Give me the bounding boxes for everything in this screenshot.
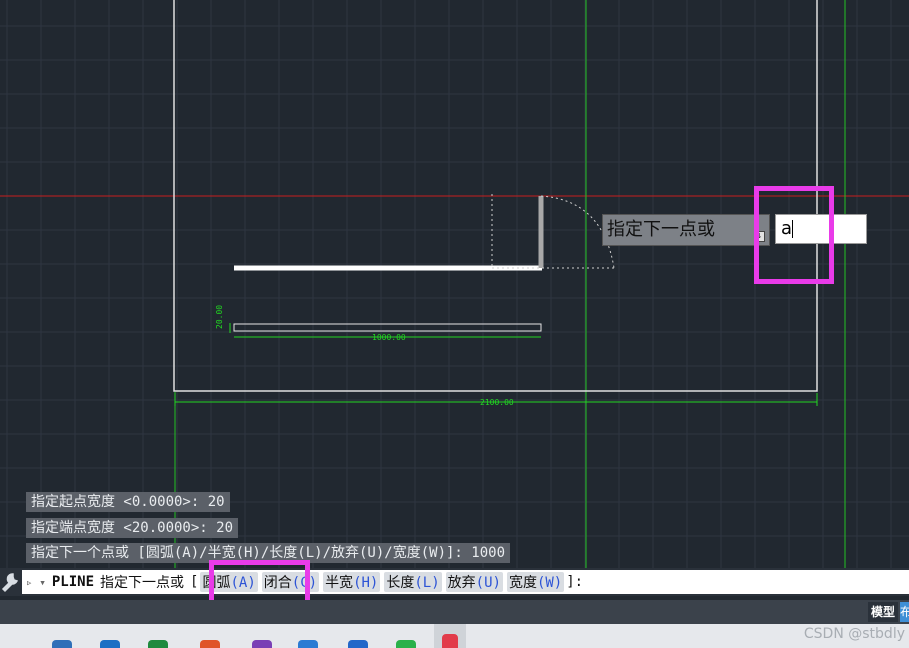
- option-undo-key: (U): [475, 575, 501, 591]
- dim-total-text: 2100.00: [480, 398, 514, 407]
- reference-rectangle: [233, 323, 542, 332]
- command-prompt: 指定下一点或: [100, 575, 185, 591]
- dynamic-input-prompt: 指定下一点或 ↓: [602, 214, 770, 246]
- taskbar: [0, 624, 909, 648]
- command-name: PLINE: [51, 574, 95, 590]
- option-length-label: 长度: [386, 575, 415, 591]
- taskbar-app-icon[interactable]: [200, 640, 220, 648]
- option-undo-label: 放弃: [447, 575, 476, 591]
- highlight-box-input: [754, 186, 834, 284]
- watermark: CSDN @stbdly: [803, 626, 905, 642]
- dim-length-text: 1000.00: [372, 333, 406, 342]
- option-length[interactable]: 长度(L): [384, 572, 442, 592]
- taskbar-app-icon[interactable]: [396, 640, 416, 648]
- bracket-open: [: [190, 574, 199, 590]
- command-line-bar: ▹ ▾ PLINE 指定下一点或 [ 圆弧(A) 闭合(C) 半宽(H) 长度(…: [0, 568, 909, 596]
- option-width-label: 宽度: [508, 575, 537, 591]
- taskbar-app-icon[interactable]: [252, 640, 272, 648]
- option-halfwidth-label: 半宽: [325, 575, 354, 591]
- grid: [0, 0, 909, 568]
- option-undo[interactable]: 放弃(U): [445, 572, 503, 592]
- command-input[interactable]: ▹ ▾ PLINE 指定下一点或 [ 圆弧(A) 闭合(C) 半宽(H) 长度(…: [22, 570, 909, 594]
- taskbar-app-icon[interactable]: [298, 640, 318, 648]
- dynamic-prompt-label: 指定下一点或: [607, 219, 715, 240]
- dim-width-text: 20.00: [215, 305, 224, 329]
- option-width-key: (W): [536, 575, 563, 591]
- wrench-icon[interactable]: [0, 571, 20, 593]
- option-halfwidth[interactable]: 半宽(H): [323, 572, 381, 592]
- status-bar: 模型 布: [0, 600, 909, 624]
- option-length-key: (L): [414, 575, 440, 591]
- taskbar-app-icon[interactable]: [348, 640, 368, 648]
- model-tab[interactable]: 模型: [868, 602, 899, 622]
- history-line-1: 指定起点宽度 <0.0000>: 20: [26, 492, 230, 512]
- layout-tab[interactable]: 布: [900, 602, 909, 622]
- taskbar-app-icon[interactable]: [100, 640, 120, 648]
- taskbar-autocad-logo: [442, 634, 458, 648]
- bracket-close: ]:: [566, 574, 584, 590]
- option-halfwidth-key: (H): [353, 575, 379, 591]
- recent-commands-icon[interactable]: ▹ ▾: [26, 576, 46, 589]
- option-width[interactable]: 宽度(W): [506, 572, 565, 592]
- history-line-2: 指定端点宽度 <20.0000>: 20: [26, 518, 239, 538]
- taskbar-app-icon[interactable]: [148, 640, 168, 648]
- taskbar-app-icon[interactable]: [52, 640, 72, 648]
